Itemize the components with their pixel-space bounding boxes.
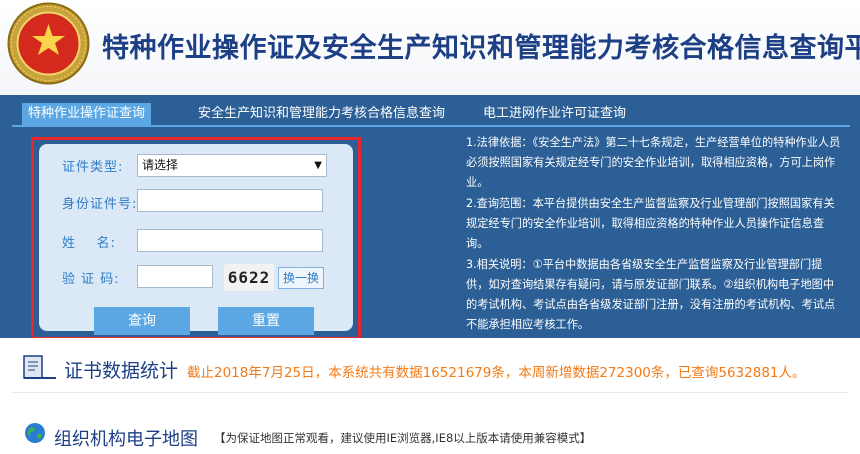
name-label: 姓 名: xyxy=(62,236,116,251)
query-panel: 特种作业操作证查询 安全生产知识和管理能力考核合格信息查询 电工进网作业许可证查… xyxy=(0,95,860,340)
map-section: 组织机构电子地图 【为保证地图正常观看，建议使用IE浏览器,IE8以上版本请使用… xyxy=(0,410,860,454)
map-browser-note: 【为保证地图正常观看，建议使用IE浏览器,IE8以上版本请使用兼容模式】 xyxy=(214,431,592,445)
stats-section: 证书数据统计 截止2018年7月25日，本系统共有数据16521679条，本周新… xyxy=(0,338,860,394)
captcha-label: 验 证 码: xyxy=(62,272,120,287)
stats-heading: 证书数据统计 xyxy=(64,360,179,382)
captcha-input[interactable] xyxy=(137,265,213,288)
name-input[interactable] xyxy=(137,229,323,252)
id-number-label: 身份证件号: xyxy=(62,197,138,212)
info-notes: 1.法律依据：《安全生产法》第二十七条规定，生产经营单位的特种作业人员必须按照国… xyxy=(466,133,844,336)
section-divider xyxy=(12,392,848,393)
dropdown-arrow-icon: ▼ xyxy=(314,160,322,171)
cert-type-label: 证件类型: xyxy=(62,160,124,175)
national-emblem-icon xyxy=(7,2,90,85)
info-legal-basis: 1.法律依据：《安全生产法》第二十七条规定，生产经营单位的特种作业人员必须按照国… xyxy=(466,136,841,189)
tab-safety-knowledge-qualification[interactable]: 安全生产知识和管理能力考核合格信息查询 xyxy=(198,103,445,125)
reset-button[interactable]: 重置 xyxy=(218,307,314,335)
cert-type-select[interactable]: 请选择 ▼ xyxy=(137,154,327,177)
tab-underline xyxy=(12,125,850,127)
tab-electrician-permit[interactable]: 电工进网作业许可证查询 xyxy=(483,103,626,125)
stats-summary: 截止2018年7月25日，本系统共有数据16521679条，本周新增数据2723… xyxy=(187,365,806,381)
cert-type-value: 请选择 xyxy=(142,158,179,172)
info-query-scope: 2.查询范围：本平台提供由安全生产监督监察及行业管理部门按照国家有关规定经专门的… xyxy=(466,197,835,250)
globe-icon xyxy=(25,423,45,443)
id-number-input[interactable] xyxy=(137,189,323,212)
query-form-highlight: 证件类型: 请选择 ▼ 身份证件号: 姓 名: 验 证 码: 6622 换一换 … xyxy=(31,137,361,340)
query-form: 证件类型: 请选择 ▼ 身份证件号: 姓 名: 验 证 码: 6622 换一换 … xyxy=(39,144,353,335)
tab-bar: 特种作业操作证查询 安全生产知识和管理能力考核合格信息查询 电工进网作业许可证查… xyxy=(0,95,860,127)
captcha-refresh-button[interactable]: 换一换 xyxy=(278,267,324,289)
document-icon xyxy=(23,355,56,379)
query-button[interactable]: 查询 xyxy=(94,307,190,335)
site-header: 特种作业操作证及安全生产知识和管理能力考核合格信息查询平台 xyxy=(0,0,860,95)
map-heading[interactable]: 组织机构电子地图 xyxy=(54,425,198,451)
tab-special-operation-cert[interactable]: 特种作业操作证查询 xyxy=(22,103,152,125)
site-title: 特种作业操作证及安全生产知识和管理能力考核合格信息查询平台 xyxy=(102,33,860,64)
info-related-notes: 3.相关说明：①平台中数据由各省级安全生产监督监察及行业管理部门提供，如对查询结… xyxy=(466,258,836,331)
captcha-image: 6622 xyxy=(224,264,274,291)
